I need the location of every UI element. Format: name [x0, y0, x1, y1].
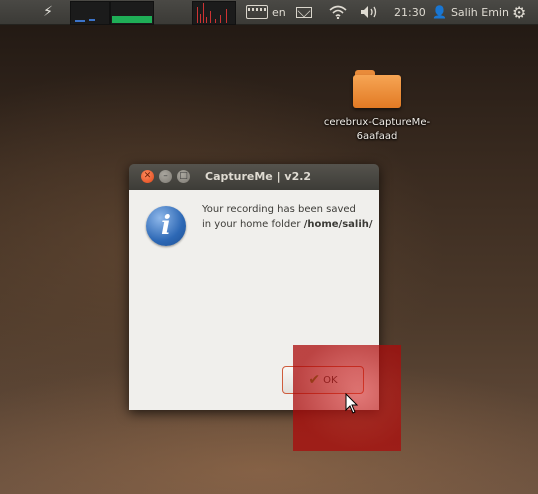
memory-graph[interactable] [110, 1, 154, 25]
ok-button[interactable]: ✔ OK [282, 366, 364, 394]
mail-icon[interactable] [296, 0, 314, 24]
wifi-icon[interactable] [329, 0, 347, 24]
clock[interactable]: 21:30 [394, 0, 426, 24]
cpu-graph[interactable] [70, 1, 110, 25]
dialog-body: i Your recording has been saved in your … [129, 190, 379, 410]
captureme-dialog: ✕ – □ CaptureMe | v2.2 i Your recording … [129, 164, 379, 410]
folder-icon [353, 70, 401, 108]
dialog-message: Your recording has been saved in your ho… [202, 204, 373, 230]
volume-icon[interactable] [360, 0, 380, 24]
user-icon: 👤 [432, 5, 447, 19]
info-icon: i [146, 206, 186, 246]
close-button[interactable]: ✕ [141, 170, 154, 183]
user-menu[interactable]: 👤 Salih Emin [432, 0, 509, 24]
keyboard-icon[interactable] [246, 0, 268, 24]
desktop-folder[interactable]: cerebrux-CaptureMe- 6aafaad [318, 70, 436, 144]
check-icon: ✔ [308, 372, 321, 388]
home-path: /home/salih/ [303, 219, 373, 230]
keyboard-layout-label[interactable]: en [272, 0, 286, 24]
folder-label: cerebrux-CaptureMe- 6aafaad [323, 117, 431, 142]
ok-label: OK [323, 374, 338, 386]
dialog-title: CaptureMe | v2.2 [205, 170, 312, 183]
maximize-button[interactable]: □ [177, 170, 190, 183]
minimize-button[interactable]: – [159, 170, 172, 183]
bolt-icon[interactable]: ⚡ [40, 0, 56, 24]
network-graph[interactable] [192, 1, 236, 25]
top-panel: ⚡ en 21:30 👤 Salih Emin ⚙ [0, 0, 538, 25]
user-name: Salih Emin [450, 5, 509, 19]
gear-icon[interactable]: ⚙ [512, 0, 526, 24]
dialog-titlebar[interactable]: ✕ – □ CaptureMe | v2.2 [129, 164, 379, 190]
